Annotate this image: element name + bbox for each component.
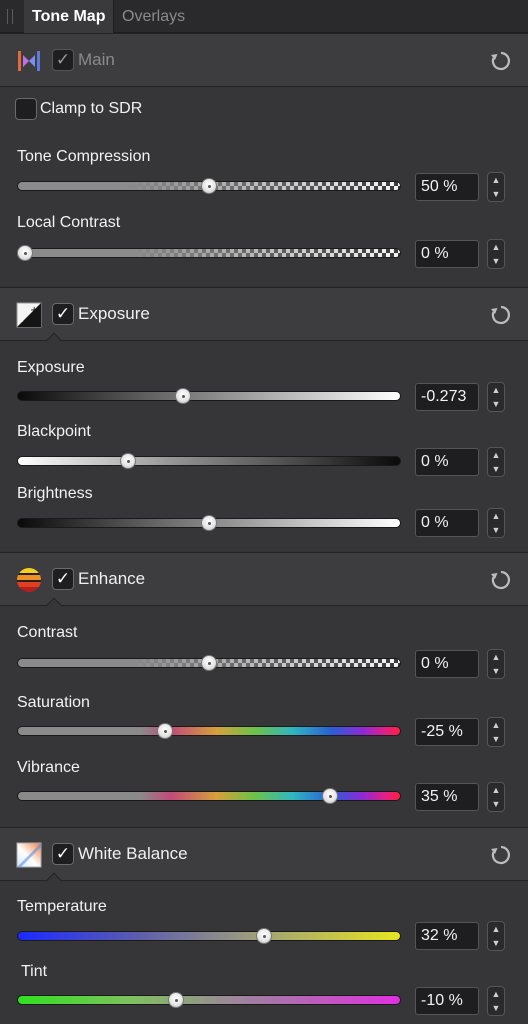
temperature-slider[interactable] <box>17 931 401 941</box>
stepper-down-icon[interactable]: ▼ <box>488 187 504 201</box>
white-balance-reset-icon[interactable] <box>490 844 512 866</box>
stepper-up-icon[interactable]: ▲ <box>488 718 504 732</box>
exposure-slider[interactable] <box>17 391 401 401</box>
vibrance-value-field[interactable]: 35 % <box>415 783 479 811</box>
exposure-section-header: + - ✓ Exposure <box>0 287 528 350</box>
contrast-slider-thumb[interactable] <box>201 655 217 671</box>
stepper-up-icon[interactable]: ▲ <box>488 987 504 1001</box>
blackpoint-value-field[interactable]: 0 % <box>415 448 479 476</box>
stepper-up-icon[interactable]: ▲ <box>488 509 504 523</box>
saturation-slider[interactable] <box>17 726 401 736</box>
contrast-stepper[interactable]: ▲ ▼ <box>487 649 505 679</box>
vibrance-label: Vibrance <box>17 759 80 776</box>
tint-value-field[interactable]: -10 % <box>415 987 479 1015</box>
tint-slider[interactable] <box>17 995 401 1005</box>
enhance-reset-icon[interactable] <box>490 569 512 591</box>
tone-compression-stepper[interactable]: ▲ ▼ <box>487 172 505 202</box>
local-contrast-value-field[interactable]: 0 % <box>415 240 479 268</box>
svg-text:-: - <box>20 316 24 327</box>
blackpoint-stepper[interactable]: ▲ ▼ <box>487 447 505 477</box>
stepper-down-icon[interactable]: ▼ <box>488 936 504 950</box>
local-contrast-slider[interactable] <box>17 248 401 258</box>
brightness-value-field[interactable]: 0 % <box>415 509 479 537</box>
saturation-slider-thumb[interactable] <box>156 723 173 739</box>
enhance-icon <box>17 568 41 592</box>
stepper-down-icon[interactable]: ▼ <box>488 523 504 537</box>
temperature-value-field[interactable]: 32 % <box>415 922 479 950</box>
main-section-title: Main <box>78 50 115 69</box>
stepper-down-icon[interactable]: ▼ <box>488 1001 504 1015</box>
vibrance-slider[interactable] <box>17 791 401 801</box>
saturation-value-field[interactable]: -25 % <box>415 718 479 746</box>
white-balance-section-title: White Balance <box>78 844 188 863</box>
temperature-label: Temperature <box>17 898 107 915</box>
tint-slider-thumb[interactable] <box>167 992 184 1008</box>
contrast-value-field[interactable]: 0 % <box>415 650 479 678</box>
brightness-slider-thumb[interactable] <box>201 515 217 531</box>
temperature-stepper[interactable]: ▲ ▼ <box>487 921 505 951</box>
clamp-to-sdr-label: Clamp to SDR <box>40 100 143 117</box>
local-contrast-label: Local Contrast <box>17 214 121 231</box>
stepper-up-icon[interactable]: ▲ <box>488 783 504 797</box>
stepper-up-icon[interactable]: ▲ <box>488 448 504 462</box>
enhance-enable-checkbox[interactable]: ✓ <box>52 568 74 590</box>
enhance-section-header: ✓ Enhance <box>0 552 528 615</box>
main-section-header: ✓ Main <box>0 33 528 87</box>
exposure-reset-icon[interactable] <box>490 304 512 326</box>
saturation-stepper[interactable]: ▲ ▼ <box>487 717 505 747</box>
tint-label: Tint <box>21 963 48 980</box>
brightness-label: Brightness <box>17 485 93 502</box>
stepper-down-icon[interactable]: ▼ <box>488 664 504 678</box>
stepper-up-icon[interactable]: ▲ <box>488 922 504 936</box>
blackpoint-slider-thumb[interactable] <box>120 453 137 469</box>
enhance-section-title: Enhance <box>78 569 146 588</box>
local-contrast-slider-thumb[interactable] <box>17 245 33 261</box>
local-contrast-stepper[interactable]: ▲ ▼ <box>487 239 505 269</box>
svg-text:+: + <box>30 305 38 316</box>
main-reset-icon[interactable] <box>490 50 512 72</box>
blackpoint-slider[interactable] <box>17 456 401 466</box>
contrast-label: Contrast <box>17 624 78 641</box>
tab-overlays[interactable]: Overlays <box>114 0 193 33</box>
blackpoint-label: Blackpoint <box>17 423 91 440</box>
saturation-label: Saturation <box>17 694 90 711</box>
tone-compression-slider-thumb[interactable] <box>201 178 217 194</box>
tone-compression-label: Tone Compression <box>17 148 151 165</box>
exposure-label: Exposure <box>17 359 85 376</box>
stepper-up-icon[interactable]: ▲ <box>488 240 504 254</box>
exposure-value-field[interactable]: -0.273 <box>415 383 479 411</box>
white-balance-section-header: ✓ White Balance <box>0 827 528 890</box>
stepper-up-icon[interactable]: ▲ <box>488 650 504 664</box>
drag-grip-icon[interactable] <box>7 9 13 24</box>
stepper-up-icon[interactable]: ▲ <box>488 383 504 397</box>
vibrance-stepper[interactable]: ▲ ▼ <box>487 782 505 812</box>
white-balance-icon <box>16 842 42 868</box>
stepper-down-icon[interactable]: ▼ <box>488 462 504 476</box>
panel-tab-bar: Tone Map Overlays <box>0 0 528 33</box>
exposure-enable-checkbox[interactable]: ✓ <box>52 303 74 325</box>
clamp-to-sdr-checkbox[interactable] <box>15 98 37 120</box>
main-enable-checkbox[interactable]: ✓ <box>52 49 74 71</box>
stepper-down-icon[interactable]: ▼ <box>488 397 504 411</box>
stepper-up-icon[interactable]: ▲ <box>488 173 504 187</box>
tint-stepper[interactable]: ▲ ▼ <box>487 986 505 1016</box>
stepper-down-icon[interactable]: ▼ <box>488 732 504 746</box>
brightness-stepper[interactable]: ▲ ▼ <box>487 508 505 538</box>
stepper-down-icon[interactable]: ▼ <box>488 254 504 268</box>
white-balance-enable-checkbox[interactable]: ✓ <box>52 843 74 865</box>
stepper-down-icon[interactable]: ▼ <box>488 797 504 811</box>
hdr-icon <box>18 51 40 71</box>
tab-tone-map[interactable]: Tone Map <box>24 0 115 33</box>
exposure-section-title: Exposure <box>78 304 150 323</box>
tone-compression-value-field[interactable]: 50 % <box>415 173 479 201</box>
exposure-icon: + - <box>16 302 42 328</box>
exposure-stepper[interactable]: ▲ ▼ <box>487 382 505 412</box>
